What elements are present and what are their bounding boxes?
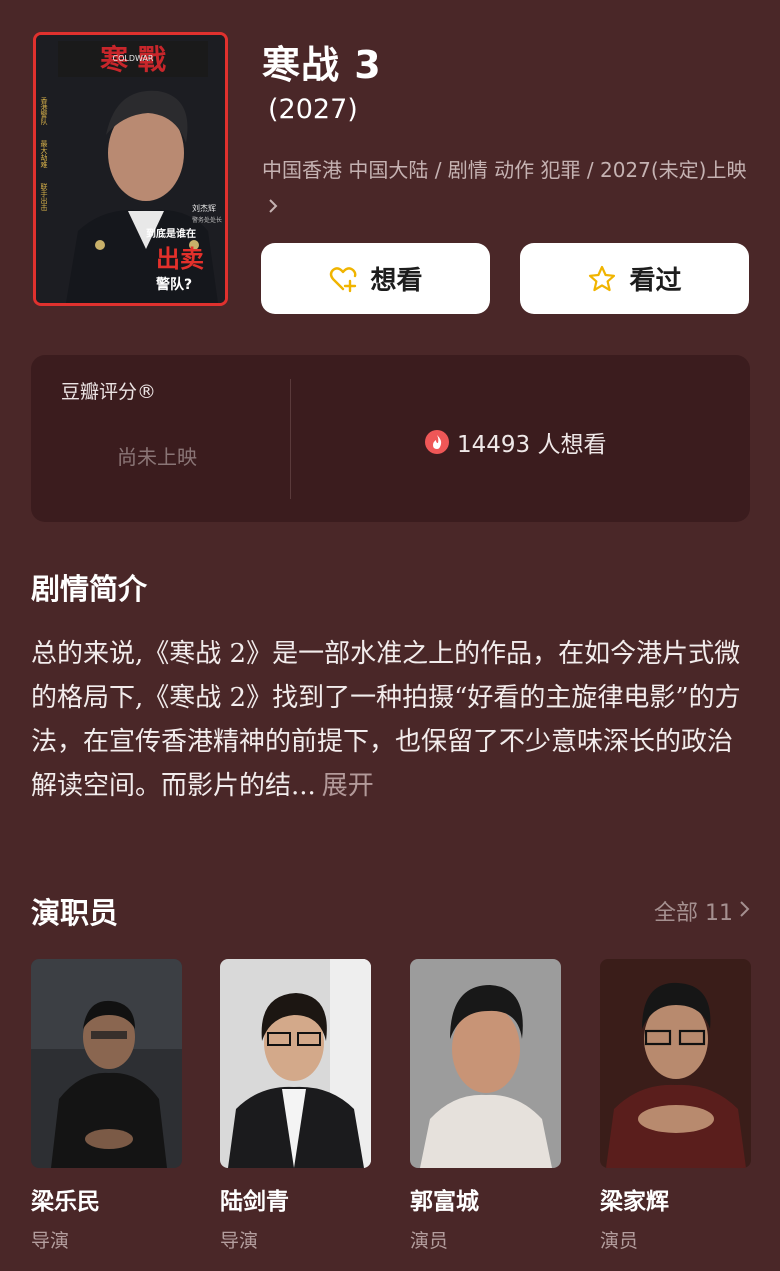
poster-logo-sub: COLDWAR (112, 54, 153, 63)
synopsis-text-block: 总的来说,《寒战 2》是一部水准之上的作品，在如今港片式微的格局下,《寒战 2》… (31, 632, 751, 808)
cast-all-link[interactable]: 全部 11 (654, 895, 750, 927)
movie-year: (2027) (268, 94, 358, 125)
cast-role: 导演 (220, 1230, 259, 1252)
rating-status: 尚未上映 (117, 445, 197, 469)
synopsis-text: 总的来说,《寒战 2》是一部水准之上的作品，在如今港片式微的格局下,《寒战 2》… (31, 639, 741, 801)
want-to-watch-label: 想看 (370, 266, 423, 296)
cast-role: 演员 (600, 1230, 639, 1252)
movie-detail-page: 寒 戰 COLDWAR 香港警队 最大劫难 联手出击 刘杰辉 警务处处长 到底是… (0, 0, 780, 1271)
douban-rating-label: 豆瓣评分® (61, 381, 157, 403)
expand-link[interactable]: 展开 (322, 771, 374, 801)
synopsis-heading: 剧情简介 (31, 572, 148, 606)
cast-name: 郭富城 (410, 1189, 479, 1215)
cast-member[interactable]: 郭富城 演员 (410, 959, 561, 1253)
movie-meta-text: 中国香港 中国大陆 / 剧情 动作 犯罪 / 2027(未定)上映 (262, 158, 747, 182)
watched-button[interactable]: 看过 (520, 243, 749, 314)
cast-photo (410, 959, 561, 1168)
cast-member[interactable]: 梁家辉 演员 (600, 959, 751, 1253)
cast-heading: 演职员 (31, 896, 119, 930)
cast-role: 导演 (31, 1230, 70, 1252)
wish-count-text: 14493 人想看 (457, 432, 607, 458)
cast-photo (31, 959, 182, 1168)
svg-text:最大劫难: 最大劫难 (40, 140, 48, 169)
cast-name: 梁乐民 (31, 1189, 100, 1215)
movie-poster[interactable]: 寒 戰 COLDWAR 香港警队 最大劫难 联手出击 刘杰辉 警务处处长 到底是… (33, 32, 228, 306)
heart-plus-icon (328, 264, 358, 294)
cast-member[interactable]: 陆剑青 导演 (220, 959, 371, 1253)
cast-role: 演员 (410, 1230, 449, 1252)
svg-text:出卖: 出卖 (156, 245, 204, 273)
svg-text:警队?: 警队? (156, 276, 192, 293)
fire-icon (425, 430, 449, 454)
cast-all-label: 全部 11 (654, 901, 733, 926)
cast-name: 梁家辉 (600, 1189, 669, 1215)
cast-member[interactable]: 梁乐民 导演 (31, 959, 182, 1253)
svg-text:刘杰辉: 刘杰辉 (192, 203, 216, 213)
cast-photo (600, 959, 751, 1168)
svg-text:警务处处长: 警务处处长 (192, 216, 222, 224)
star-icon (587, 264, 617, 294)
movie-title: 寒战 3 (262, 43, 382, 87)
rating-card: 豆瓣评分® 尚未上映 14493 人想看 (31, 355, 750, 522)
chevron-right-icon (739, 899, 750, 924)
svg-text:联手出击: 联手出击 (40, 182, 48, 212)
want-to-watch-button[interactable]: 想看 (261, 243, 490, 314)
svg-text:香港警队: 香港警队 (40, 96, 48, 126)
cast-photo (220, 959, 371, 1168)
svg-text:到底是谁在: 到底是谁在 (146, 227, 196, 240)
watched-label: 看过 (629, 266, 682, 296)
movie-meta[interactable]: 中国香港 中国大陆 / 剧情 动作 犯罪 / 2027(未定)上映 (262, 152, 752, 226)
chevron-right-icon (268, 189, 279, 226)
cast-name: 陆剑青 (220, 1189, 289, 1215)
wish-count[interactable]: 14493 人想看 (425, 425, 606, 459)
rating-divider (290, 379, 291, 499)
